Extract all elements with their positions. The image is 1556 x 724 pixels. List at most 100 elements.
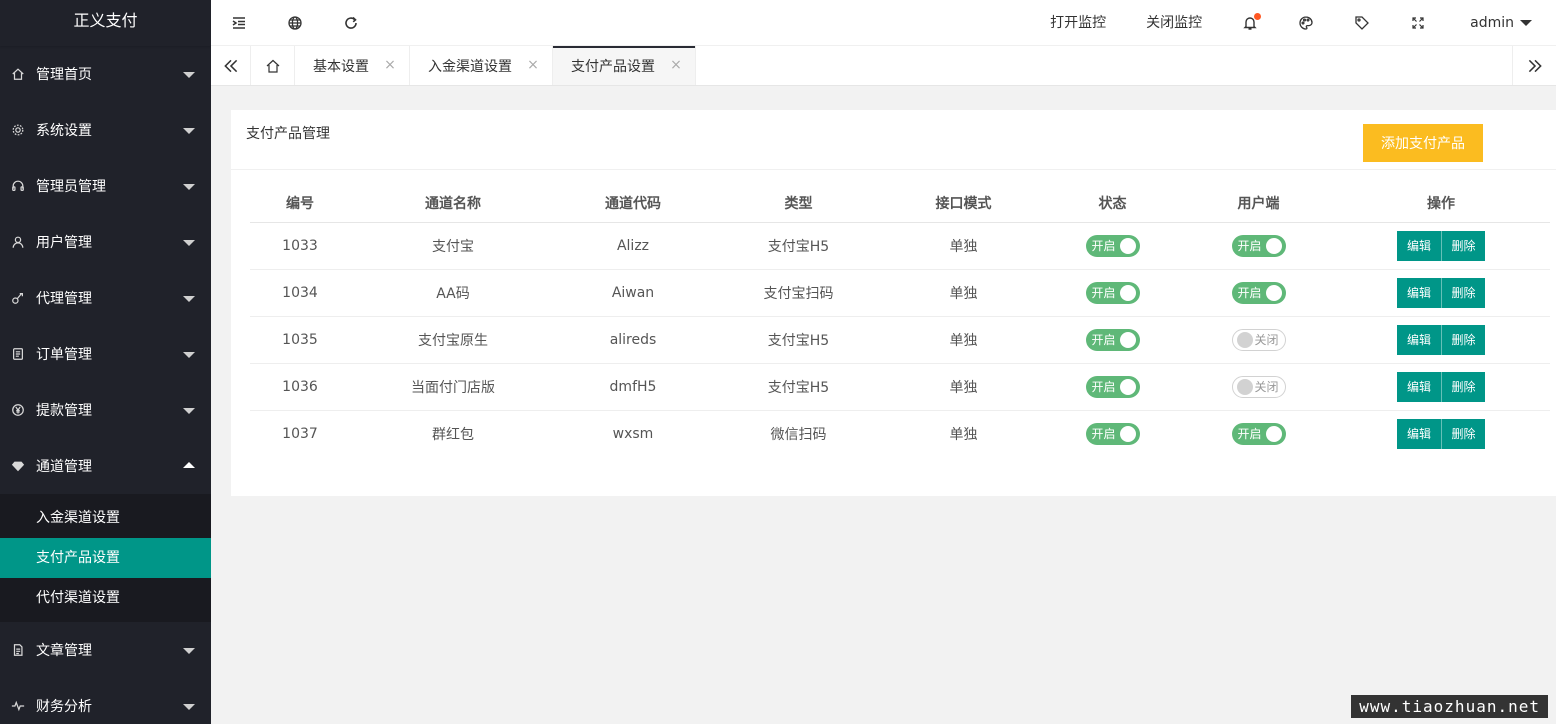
sidebar-item-system-settings[interactable]: 系统设置 <box>0 102 211 158</box>
sidebar-item-article-management[interactable]: 文章管理 <box>0 622 211 678</box>
open-monitor-link[interactable]: 打开监控 <box>1030 0 1126 46</box>
sidebar-item-financial-analysis[interactable]: 财务分析 <box>0 678 211 724</box>
cell-status: 开启 <box>1040 222 1185 270</box>
sidebar-item-channel-management[interactable]: 通道管理 <box>0 438 211 494</box>
switch-knob <box>1119 331 1136 348</box>
delete-button[interactable]: 删除 <box>1441 418 1485 449</box>
sidebar-subitem-payout-channel[interactable]: 代付渠道设置 <box>0 578 211 618</box>
note-button[interactable] <box>1334 0 1390 46</box>
add-payment-product-button[interactable]: 添加支付产品 <box>1363 124 1483 162</box>
sidebar-item-user-management[interactable]: 用户管理 <box>0 214 211 270</box>
caret-down-icon <box>183 296 195 302</box>
sidebar-item-order-management[interactable]: 订单管理 <box>0 326 211 382</box>
gear-icon <box>10 122 26 138</box>
switch-label: 开启 <box>1091 333 1116 347</box>
cell-id: 1033 <box>250 222 350 270</box>
client-switch[interactable]: 开启 <box>1231 422 1286 445</box>
cell-type: 支付宝扫码 <box>710 269 887 317</box>
tabs-scroll-right-button[interactable] <box>1512 46 1556 85</box>
caret-down-icon <box>183 408 195 414</box>
fullscreen-icon <box>1412 16 1424 29</box>
cell-name: 支付宝原生 <box>350 316 556 364</box>
close-icon[interactable]: × <box>526 58 540 72</box>
close-icon[interactable]: × <box>669 58 683 72</box>
cell-mode: 单独 <box>887 222 1040 270</box>
double-chevron-right-icon <box>1528 59 1542 72</box>
globe-icon <box>288 15 302 30</box>
tab-basic-settings[interactable]: 基本设置 × <box>295 46 410 85</box>
delete-button[interactable]: 删除 <box>1441 371 1485 402</box>
website-button[interactable] <box>267 0 323 46</box>
notification-button[interactable] <box>1222 0 1278 46</box>
switch-label: 开启 <box>1091 286 1116 300</box>
cell-status: 开启 <box>1040 269 1185 317</box>
status-switch[interactable]: 开启 <box>1085 234 1140 257</box>
sidebar-item-admin-management[interactable]: 管理员管理 <box>0 158 211 214</box>
cell-name: AA码 <box>350 269 556 317</box>
client-switch[interactable]: 开启 <box>1231 234 1286 257</box>
edit-button[interactable]: 编辑 <box>1397 230 1441 261</box>
edit-button[interactable]: 编辑 <box>1397 324 1441 355</box>
sidebar-item-agent-management[interactable]: 代理管理 <box>0 270 211 326</box>
status-switch[interactable]: 开启 <box>1085 281 1140 304</box>
home-icon <box>266 59 279 73</box>
switch-knob <box>1119 378 1136 395</box>
headset-icon <box>10 178 26 194</box>
home-icon <box>10 66 26 82</box>
username: admin <box>1470 14 1514 31</box>
client-switch[interactable]: 关闭 <box>1231 328 1286 351</box>
close-monitor-link[interactable]: 关闭监控 <box>1126 0 1222 46</box>
edit-button[interactable]: 编辑 <box>1397 371 1441 402</box>
tabs-scroll-left-button[interactable] <box>211 46 251 85</box>
switch-knob <box>1236 378 1253 395</box>
theme-button[interactable] <box>1278 0 1334 46</box>
edit-button[interactable]: 编辑 <box>1397 277 1441 308</box>
column-header-mode: 接口模式 <box>887 184 1040 223</box>
table-row: 1035 支付宝原生 alireds 支付宝H5 单独 开启 关闭 编辑 删除 <box>250 316 1550 364</box>
sidebar-item-label: 通道管理 <box>36 459 92 475</box>
sidebar-item-label: 订单管理 <box>36 347 92 363</box>
edit-button[interactable]: 编辑 <box>1397 418 1441 449</box>
cell-actions: 编辑 删除 <box>1332 410 1550 457</box>
sidebar-subitem-deposit-channel[interactable]: 入金渠道设置 <box>0 498 211 538</box>
column-header-type: 类型 <box>710 184 887 223</box>
switch-knob <box>1265 237 1282 254</box>
fullscreen-button[interactable] <box>1390 0 1446 46</box>
cell-client: 开启 <box>1185 222 1332 270</box>
yen-icon <box>10 402 26 418</box>
sidebar-item-label: 管理员管理 <box>36 179 106 195</box>
table-row: 1033 支付宝 Alizz 支付宝H5 单独 开启 开启 编辑 删除 <box>250 222 1550 270</box>
sidebar-item-label: 用户管理 <box>36 235 92 251</box>
tab-payment-product-settings[interactable]: 支付产品设置 × <box>553 46 696 85</box>
status-switch[interactable]: 开启 <box>1085 328 1140 351</box>
tab-home[interactable] <box>251 46 295 85</box>
order-icon <box>10 346 26 362</box>
switch-label: 关闭 <box>1254 333 1279 347</box>
user-menu[interactable]: admin <box>1446 15 1556 31</box>
sidebar-item-withdrawal-management[interactable]: 提款管理 <box>0 382 211 438</box>
sidebar-subitem-payment-product[interactable]: 支付产品设置 <box>0 538 211 578</box>
cell-id: 1035 <box>250 316 350 364</box>
client-switch[interactable]: 开启 <box>1231 281 1286 304</box>
client-switch[interactable]: 关闭 <box>1231 375 1286 398</box>
menu-toggle-button[interactable] <box>211 0 267 46</box>
status-switch[interactable]: 开启 <box>1085 422 1140 445</box>
tab-label: 入金渠道设置 <box>428 58 512 75</box>
delete-button[interactable]: 删除 <box>1441 277 1485 308</box>
delete-button[interactable]: 删除 <box>1441 324 1485 355</box>
cell-actions: 编辑 删除 <box>1332 269 1550 317</box>
delete-button[interactable]: 删除 <box>1441 230 1485 261</box>
refresh-button[interactable] <box>323 0 379 46</box>
caret-down-icon <box>1520 19 1532 26</box>
cell-client: 关闭 <box>1185 316 1332 364</box>
close-icon[interactable]: × <box>383 58 397 72</box>
cell-name: 当面付门店版 <box>350 363 556 411</box>
double-chevron-left-icon <box>223 59 237 72</box>
sidebar-item-home[interactable]: 管理首页 <box>0 46 211 102</box>
status-switch[interactable]: 开启 <box>1085 375 1140 398</box>
app-logo[interactable]: 正义支付 <box>0 0 211 46</box>
tab-deposit-channel-settings[interactable]: 入金渠道设置 × <box>410 46 553 85</box>
watermark: www.tiaozhuan.net <box>1351 695 1548 718</box>
cell-mode: 单独 <box>887 363 1040 411</box>
sidebar: 正义支付 管理首页 系统设置 管理员管理 用户管理 代理管理 订单管理 提款管理… <box>0 0 211 724</box>
